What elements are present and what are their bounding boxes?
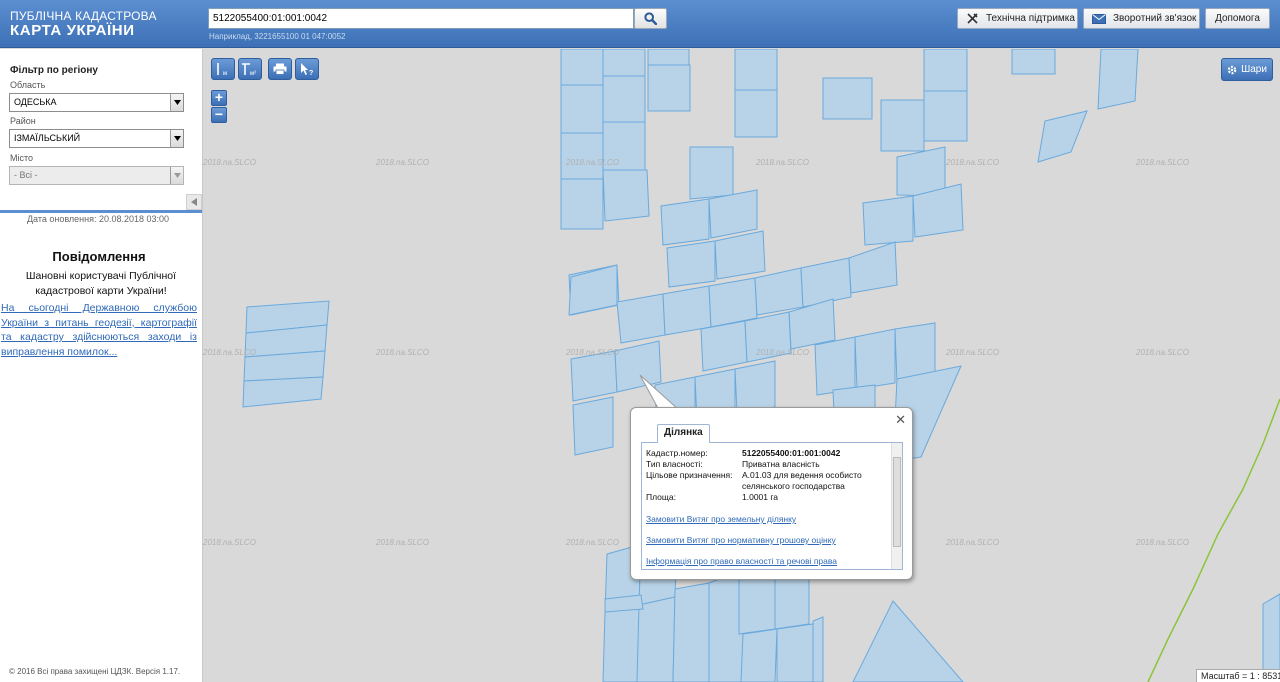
envelope-icon [1092, 13, 1106, 24]
tools-icon [966, 12, 979, 25]
popup-scrollbar[interactable] [891, 443, 902, 569]
tech-support-button[interactable]: Технічна підтримка [957, 8, 1078, 29]
news-link[interactable]: На сьогодні Державною службою України з … [1, 301, 197, 359]
search-icon [644, 12, 657, 25]
chevron-down-icon [170, 130, 183, 147]
measure-area-button[interactable]: м² [238, 58, 262, 80]
svg-text:2018.na.SLCO: 2018.na.SLCO [1135, 158, 1189, 167]
feedback-label: Зворотний зв'язок [1113, 13, 1197, 24]
print-button[interactable] [268, 58, 292, 80]
svg-text:2018.na.SLCO: 2018.na.SLCO [375, 348, 429, 357]
cadastre-search-input[interactable] [208, 8, 634, 29]
help-button[interactable]: Допомога [1205, 8, 1270, 29]
popup-content: Кадастр.номер: 5122055400:01:001:0042 Ти… [641, 442, 903, 570]
map-canvas[interactable]: 2018.na.SLCO 2018.na.SLCO 2018.na.SLCO 2… [203, 49, 1280, 682]
district-label: Район [10, 116, 36, 126]
cadastre-key: Кадастр.номер: [646, 448, 708, 458]
search-button[interactable] [634, 8, 667, 29]
search-hint: Наприклад, 3221655100 01 047:0052 [209, 32, 346, 41]
area-key: Площа: [646, 492, 676, 502]
sidebar-divider [0, 210, 202, 213]
printer-icon [273, 63, 287, 75]
city-label: Місто [10, 153, 34, 163]
svg-text:2018.na.SLCO: 2018.na.SLCO [203, 538, 256, 547]
logo-bottom-text: КАРТА УКРАЇНИ [10, 22, 135, 39]
pointer-question-icon: ? [301, 63, 313, 76]
purpose-key: Цільове призначення: [646, 470, 733, 480]
copyright: © 2016 Всі права захищені ЦДЗК. Версія 1… [9, 667, 181, 676]
svg-text:2018.na.SLCO: 2018.na.SLCO [565, 348, 619, 357]
svg-text:2018.na.SLCO: 2018.na.SLCO [203, 158, 256, 167]
gear-icon [1227, 65, 1237, 75]
scrollbar-thumb[interactable] [893, 457, 901, 547]
feedback-button[interactable]: Зворотний зв'язок [1083, 8, 1200, 29]
close-icon[interactable]: ✕ [895, 412, 906, 428]
measure-distance-button[interactable]: м [211, 58, 235, 80]
header-bar: ПУБЛІЧНА КАДАСТРОВА КАРТА УКРАЇНИ Наприк… [0, 0, 1280, 48]
region-select[interactable]: ОДЕСЬКА [9, 93, 184, 112]
help-label: Допомога [1215, 13, 1260, 24]
city-select-value: - Всі - [14, 170, 38, 180]
layers-button[interactable]: Шари [1221, 58, 1273, 81]
svg-text:2018.na.SLCO: 2018.na.SLCO [565, 538, 619, 547]
map-scale: Масштаб = 1 : 8531 [1196, 669, 1280, 682]
identify-button[interactable]: ? [295, 58, 319, 80]
svg-text:2018.na.SLCO: 2018.na.SLCO [565, 158, 619, 167]
district-select-value: ІЗМАЇЛЬСЬКИЙ [14, 133, 81, 143]
ownership-rights-link[interactable]: Інформація про право власності та речові… [646, 556, 837, 566]
layers-label: Шари [1241, 64, 1267, 75]
svg-text:2018.na.SLCO: 2018.na.SLCO [755, 158, 809, 167]
svg-text:2018.na.SLCO: 2018.na.SLCO [945, 158, 999, 167]
area-ruler-icon: м² [242, 63, 256, 76]
ownership-value: Приватна власність [742, 459, 820, 469]
parcel-layer: 2018.na.SLCO 2018.na.SLCO 2018.na.SLCO 2… [203, 49, 1280, 682]
sidebar: Фільтр по регіону Область ОДЕСЬКА Район … [0, 49, 203, 682]
filter-title: Фільтр по регіону [10, 65, 98, 76]
svg-text:?: ? [309, 70, 313, 76]
svg-text:м: м [223, 71, 227, 76]
area-value: 1.0001 га [742, 492, 779, 502]
svg-text:2018.na.SLCO: 2018.na.SLCO [375, 158, 429, 167]
ownership-key: Тип власності: [646, 459, 703, 469]
region-select-value: ОДЕСЬКА [14, 97, 57, 107]
search-area: Наприклад, 3221655100 01 047:0052 [208, 8, 667, 41]
update-date: Дата оновлення: 20.08.2018 03:00 [26, 214, 170, 224]
svg-text:2018.na.SLCO: 2018.na.SLCO [1135, 348, 1189, 357]
news-title: Повідомлення [52, 249, 146, 264]
purpose-value: A.01.03 для ведення особисто селянського… [742, 470, 862, 491]
zoom-in-button[interactable]: + [211, 90, 227, 106]
svg-text:м²: м² [250, 71, 256, 76]
collapse-sidebar-button[interactable] [186, 194, 202, 210]
site-logo[interactable]: ПУБЛІЧНА КАДАСТРОВА КАРТА УКРАЇНИ [10, 10, 157, 39]
order-valuation-link[interactable]: Замовити Витяг про нормативну грошову оц… [646, 535, 836, 545]
svg-text:2018.na.SLCO: 2018.na.SLCO [203, 348, 256, 357]
tab-parcel[interactable]: Ділянка [657, 424, 710, 443]
chevron-down-icon [170, 167, 183, 184]
svg-text:2018.na.SLCO: 2018.na.SLCO [1135, 538, 1189, 547]
svg-text:2018.na.SLCO: 2018.na.SLCO [755, 348, 809, 357]
order-extract-link[interactable]: Замовити Витяг про земельну ділянку [646, 514, 796, 524]
chevron-down-icon [170, 94, 183, 111]
district-select[interactable]: ІЗМАЇЛЬСЬКИЙ [9, 129, 184, 148]
cadastre-value: 5122055400:01:001:0042 [742, 448, 841, 458]
zoom-out-button[interactable]: − [211, 107, 227, 123]
region-label: Область [10, 80, 46, 90]
ruler-icon: м [217, 63, 227, 76]
city-select[interactable]: - Всі - [9, 166, 184, 185]
svg-text:2018.na.SLCO: 2018.na.SLCO [375, 538, 429, 547]
svg-text:2018.na.SLCO: 2018.na.SLCO [945, 348, 999, 357]
chevron-left-icon [191, 198, 197, 206]
news-greeting: Шановні користувачі Публічної кадастрово… [25, 270, 177, 297]
tech-support-label: Технічна підтримка [986, 13, 1075, 24]
parcel-info-popup: ✕ Ділянка Кадастр.номер: 5122055400:01:0… [630, 407, 913, 580]
svg-text:2018.na.SLCO: 2018.na.SLCO [945, 538, 999, 547]
